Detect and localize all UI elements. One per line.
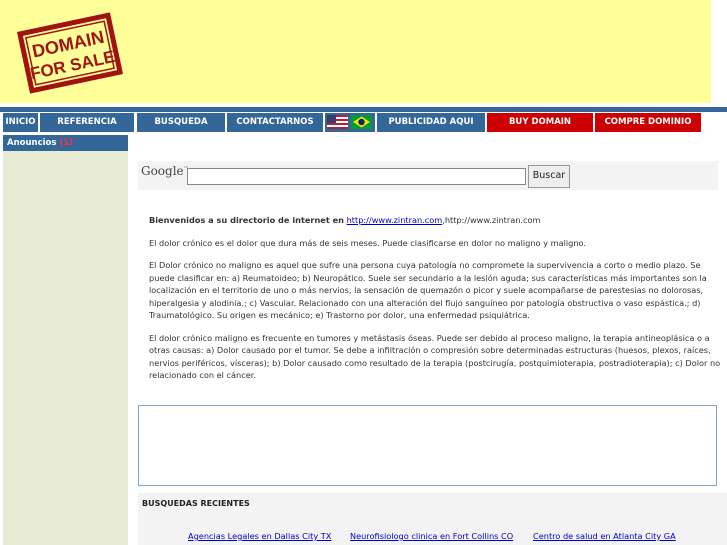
recent-link-2[interactable]: Neurofisiologo clinica en Fort Collins C…: [350, 531, 513, 541]
zintran-link[interactable]: http://www.zintran.com: [347, 215, 443, 225]
paragraph-2: El Dolor crónico no maligno es aquel que…: [149, 260, 707, 320]
brazil-flag-icon[interactable]: [351, 115, 372, 129]
sidebar-heading: Anouncios (1): [3, 135, 128, 151]
google-search-box: Google™ Buscar: [138, 161, 718, 190]
welcome-prefix: Bienvenidos a su directorio de internet …: [149, 215, 344, 225]
sidebar-count: (1): [59, 138, 74, 148]
sidebar: Anouncios (1): [3, 135, 128, 545]
us-flag-icon[interactable]: [327, 115, 348, 129]
nav-busqueda[interactable]: BUSQUEDA: [137, 113, 225, 132]
recent-searches: BUSQUEDAS RECIENTES Agencias Legales en …: [138, 493, 727, 545]
welcome-suffix: ,http://www.zintran.com: [442, 215, 541, 225]
ad-box: [138, 405, 717, 486]
header-divider: [0, 107, 727, 112]
header-banner: DOMAIN FOR SALE: [0, 0, 711, 103]
sidebar-heading-label: Anouncios: [7, 138, 57, 148]
language-flags: [325, 113, 375, 132]
paragraph-1: El dolor crónico es el dolor que dura má…: [149, 237, 587, 248]
welcome-line: Bienvenidos a su directorio de internet …: [149, 214, 727, 227]
paragraph-3: El dolor crónico maligno es frecuente en…: [149, 332, 721, 381]
google-logo-text: Google: [141, 164, 184, 178]
nav-buy-domain[interactable]: BUY DOMAIN: [487, 113, 593, 132]
nav-contactarnos[interactable]: CONTACTARNOS: [227, 113, 323, 132]
domain-for-sale-stamp: DOMAIN FOR SALE: [17, 12, 123, 94]
google-logo: Google™: [141, 164, 189, 178]
nav-compre-dominio[interactable]: COMPRE DOMINIO: [595, 113, 701, 132]
search-input[interactable]: [187, 168, 526, 185]
main-nav: INICIO REFERENCIA BUSQUEDA CONTACTARNOS …: [3, 113, 727, 132]
nav-referencia[interactable]: REFERENCIA: [40, 113, 134, 132]
article: Bienvenidos a su directorio de internet …: [149, 214, 727, 392]
recent-link-3[interactable]: Centro de salud en Atlanta City GA: [533, 531, 676, 541]
search-button[interactable]: Buscar: [528, 165, 570, 188]
main-content: Google™ Buscar Bienvenidos a su director…: [138, 135, 727, 545]
recent-searches-title: BUSQUEDAS RECIENTES: [142, 499, 250, 508]
nav-publicidad-aqui[interactable]: PUBLICIDAD AQUI: [377, 113, 485, 132]
recent-link-1[interactable]: Agencias Legales en Dallas City TX: [188, 531, 331, 541]
nav-inicio[interactable]: INICIO: [3, 113, 38, 132]
